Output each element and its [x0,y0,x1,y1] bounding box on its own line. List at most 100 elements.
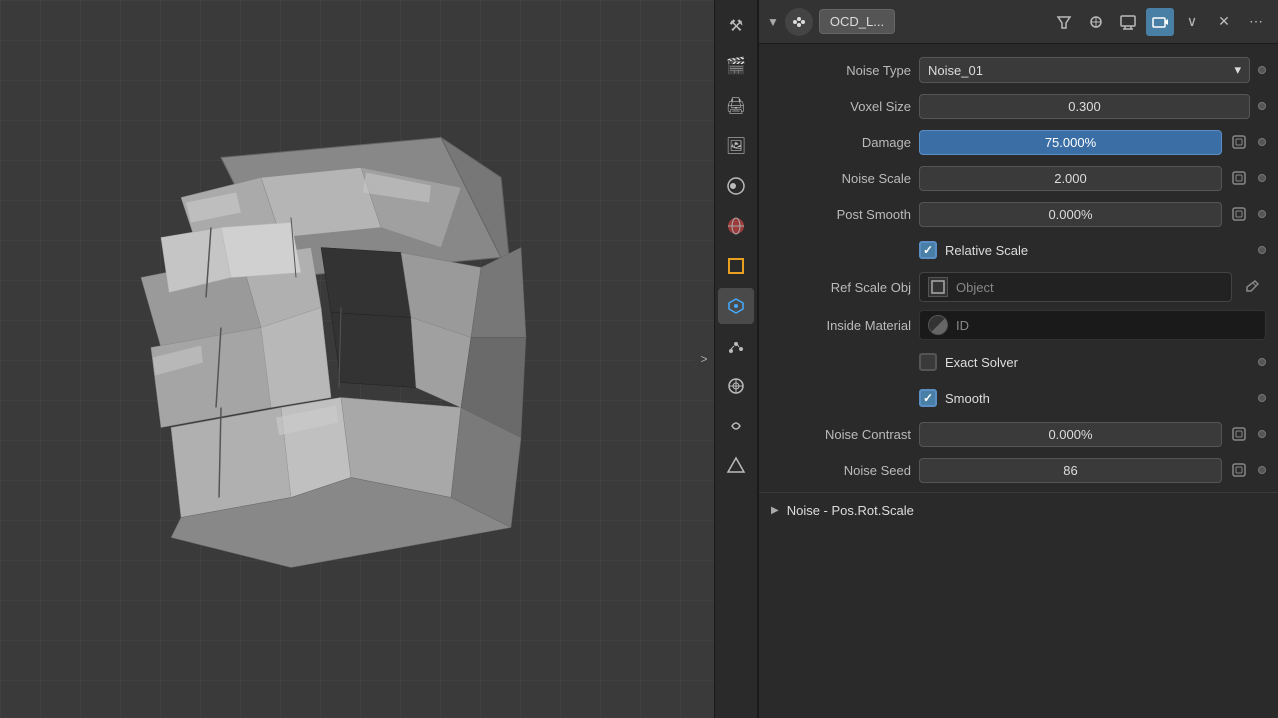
noise-contrast-input[interactable]: 0.000% [919,422,1222,447]
post-smooth-row: Post Smooth 0.000% [759,196,1278,232]
smooth-label: Smooth [945,391,990,406]
noise-scale-value: 2.000 [919,166,1250,191]
post-smooth-label: Post Smooth [771,207,911,222]
relative-scale-row: Relative Scale [759,232,1278,268]
voxel-size-row: Voxel Size 0.300 [759,88,1278,124]
damage-input[interactable]: 75.000% [919,130,1222,155]
world-icon[interactable] [718,208,754,244]
panel-title-button[interactable]: OCD_L... [819,9,895,34]
noise-type-value: Noise_01 ▾ [919,57,1250,83]
panel-dots-icon [785,8,813,36]
object-data-icon[interactable] [718,448,754,484]
noise-scale-dot[interactable] [1258,174,1266,182]
voxel-size-value: 0.300 [919,94,1250,119]
toolbar-sidebar: ⚒ 🎬 🖨 🖼 [714,0,758,718]
object-field-icon [928,277,948,297]
noise-pos-rot-scale-section[interactable]: ▶ Noise - Pos.Rot.Scale [759,497,1278,524]
noise-type-dot[interactable] [1258,66,1266,74]
noise-type-row: Noise Type Noise_01 ▾ [759,52,1278,88]
noise-scale-row: Noise Scale 2.000 [759,160,1278,196]
post-smooth-dot[interactable] [1258,210,1266,218]
smooth-checkbox[interactable] [919,389,937,407]
noise-scale-input[interactable]: 2.000 [919,166,1222,191]
relative-scale-dot[interactable] [1258,246,1266,254]
modifier-icon[interactable] [718,288,754,324]
relative-scale-checkbox[interactable] [919,241,937,259]
noise-seed-value: 86 [919,458,1250,483]
post-smooth-keyframe-icon[interactable] [1228,203,1250,225]
damage-keyframe-icon[interactable] [1228,131,1250,153]
object-icon[interactable] [718,248,754,284]
physics-icon[interactable] [718,368,754,404]
ref-scale-obj-field[interactable]: Object [919,272,1232,302]
panel-collapse-arrow[interactable]: > [694,329,714,389]
relative-scale-label: Relative Scale [945,243,1028,258]
panel-header: ▼ OCD_L... [759,0,1278,44]
exact-solver-container: Exact Solver [919,353,1018,371]
eyedropper-icon[interactable] [1238,273,1266,301]
ref-scale-obj-value: Object [919,272,1266,302]
3d-object [61,78,581,641]
properties-panel: ▼ OCD_L... [758,0,1278,718]
close-panel-icon[interactable]: ✕ [1210,8,1238,36]
voxel-size-dot[interactable] [1258,102,1266,110]
noise-seed-input[interactable]: 86 [919,458,1222,483]
noise-seed-dot[interactable] [1258,466,1266,474]
noise-type-text: Noise_01 [928,63,983,78]
relative-scale-container: Relative Scale [919,241,1028,259]
panel-header-icons: ∨ ✕ ⋯ [1050,8,1270,36]
compositing-icon[interactable]: 🖼 [718,128,754,164]
damage-label: Damage [771,135,911,150]
panel-header-left: ▼ OCD_L... [767,8,895,36]
filter-icon[interactable] [1050,8,1078,36]
noise-seed-label: Noise Seed [771,463,911,478]
exact-solver-row: Exact Solver [759,344,1278,380]
noise-seed-row: Noise Seed 86 [759,452,1278,488]
separator [759,492,1278,493]
inside-material-label: Inside Material [771,318,911,333]
particles-icon[interactable] [718,328,754,364]
section-chevron-icon: ▶ [771,505,779,516]
dropdown-chevron-icon: ▾ [1234,62,1241,78]
material-id-icon [928,315,948,335]
panel-content: Noise Type Noise_01 ▾ Voxel Size 0.300 D… [759,44,1278,718]
exact-solver-label: Exact Solver [945,355,1018,370]
smooth-dot[interactable] [1258,394,1266,402]
noise-type-dropdown[interactable]: Noise_01 ▾ [919,57,1250,83]
noise-contrast-value: 0.000% [919,422,1250,447]
noise-contrast-dot[interactable] [1258,430,1266,438]
post-smooth-value: 0.000% [919,202,1250,227]
inside-material-field[interactable]: ID [919,310,1266,340]
damage-value: 75.000% [919,130,1250,155]
smooth-row: Smooth [759,380,1278,416]
post-smooth-input[interactable]: 0.000% [919,202,1222,227]
damage-dot[interactable] [1258,138,1266,146]
ref-scale-obj-row: Ref Scale Obj Object [759,268,1278,306]
constraints-icon[interactable] [718,408,754,444]
camera-render-icon[interactable] [1146,8,1174,36]
noise-contrast-label: Noise Contrast [771,427,911,442]
viewport-display-icon[interactable] [1114,8,1142,36]
noise-seed-keyframe-icon[interactable] [1228,459,1250,481]
expand-panel-icon[interactable]: ∨ [1178,8,1206,36]
voxel-size-input[interactable]: 0.300 [919,94,1250,119]
damage-row: Damage 75.000% [759,124,1278,160]
viewport[interactable]: > [0,0,714,718]
render-output-icon[interactable]: 🖨 [718,88,754,124]
exact-solver-checkbox[interactable] [919,353,937,371]
noise-scale-keyframe-icon[interactable] [1228,167,1250,189]
panel-chevron[interactable]: ▼ [767,15,779,29]
noise-contrast-keyframe-icon[interactable] [1228,423,1250,445]
inside-material-text: ID [956,318,969,333]
section-label: Noise - Pos.Rot.Scale [787,503,914,518]
inside-material-value: ID [919,310,1266,340]
scene-icon[interactable]: 🎬 [718,48,754,84]
tools-icon[interactable]: ⚒ [718,8,754,44]
noise-contrast-row: Noise Contrast 0.000% [759,416,1278,452]
exact-solver-dot[interactable] [1258,358,1266,366]
material-icon[interactable] [718,168,754,204]
smooth-container: Smooth [919,389,990,407]
move-icon[interactable] [1082,8,1110,36]
noise-scale-label: Noise Scale [771,171,911,186]
drag-handle-icon[interactable]: ⋯ [1242,8,1270,36]
